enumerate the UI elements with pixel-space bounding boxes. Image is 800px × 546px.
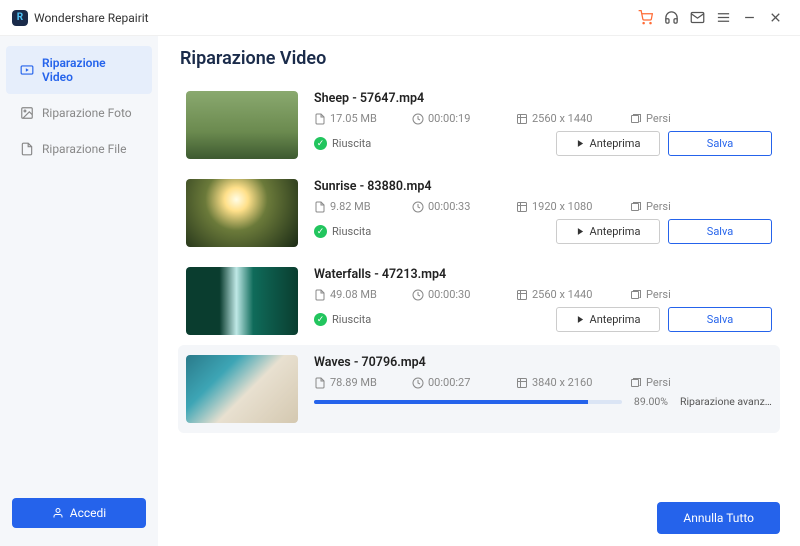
file-row: Sheep - 57647.mp4 17.05 MB 00:00:19 2560… bbox=[178, 81, 780, 169]
sidebar: Riparazione Video Riparazione Foto Ripar… bbox=[0, 36, 158, 546]
sidebar-item-repair-photo[interactable]: Riparazione Foto bbox=[6, 96, 152, 130]
progress-label: Riparazione avanzat... bbox=[680, 395, 772, 408]
status-success: ✓Riuscita bbox=[314, 137, 371, 150]
file-size: 49.08 MB bbox=[314, 288, 408, 301]
photo-icon bbox=[20, 106, 34, 120]
sidebar-item-repair-video[interactable]: Riparazione Video bbox=[6, 46, 152, 94]
file-row: Waterfalls - 47213.mp4 49.08 MB 00:00:30… bbox=[178, 257, 780, 345]
file-duration: 00:00:19 bbox=[412, 112, 512, 125]
page-title: Riparazione Video bbox=[180, 48, 780, 69]
file-persi: Persi bbox=[630, 288, 692, 301]
file-icon bbox=[20, 142, 34, 156]
file-name: Waterfalls - 47213.mp4 bbox=[314, 267, 772, 282]
user-icon bbox=[52, 507, 64, 519]
file-icon bbox=[314, 113, 326, 125]
file-resolution: 1920 x 1080 bbox=[516, 200, 626, 213]
file-size: 78.89 MB bbox=[314, 376, 408, 389]
cart-icon[interactable] bbox=[632, 5, 658, 31]
close-icon[interactable] bbox=[762, 5, 788, 31]
sidebar-item-label: Riparazione Foto bbox=[42, 106, 132, 120]
sidebar-item-repair-file[interactable]: Riparazione File bbox=[6, 132, 152, 166]
cancel-all-button[interactable]: Annulla Tutto bbox=[657, 502, 780, 534]
status-success: ✓Riuscita bbox=[314, 313, 371, 326]
file-name: Sunrise - 83880.mp4 bbox=[314, 179, 772, 194]
file-resolution: 3840 x 2160 bbox=[516, 376, 626, 389]
preview-button[interactable]: Anteprima bbox=[556, 131, 660, 156]
save-button[interactable]: Salva bbox=[668, 219, 772, 244]
thumbnail bbox=[186, 355, 298, 423]
file-persi: Persi bbox=[630, 112, 692, 125]
file-duration: 00:00:33 bbox=[412, 200, 512, 213]
app-logo-icon: R bbox=[12, 10, 28, 26]
thumbnail bbox=[186, 91, 298, 159]
video-icon bbox=[20, 63, 34, 77]
preview-button[interactable]: Anteprima bbox=[556, 219, 660, 244]
play-icon bbox=[576, 139, 585, 148]
login-button[interactable]: Accedi bbox=[12, 498, 146, 528]
file-persi: Persi bbox=[630, 200, 692, 213]
status-success: ✓Riuscita bbox=[314, 225, 371, 238]
thumbnail bbox=[186, 267, 298, 335]
thumbnail bbox=[186, 179, 298, 247]
save-button[interactable]: Salva bbox=[668, 131, 772, 156]
save-button[interactable]: Salva bbox=[668, 307, 772, 332]
sidebar-item-label: Riparazione Video bbox=[42, 56, 138, 84]
file-persi: Persi bbox=[630, 376, 692, 389]
clock-icon bbox=[412, 113, 424, 125]
progress-percent: 89.00% bbox=[634, 395, 668, 408]
file-resolution: 2560 x 1440 bbox=[516, 288, 626, 301]
file-size: 9.82 MB bbox=[314, 200, 408, 213]
main-content: Riparazione Video Sheep - 57647.mp4 17.0… bbox=[158, 36, 800, 546]
file-list: Sheep - 57647.mp4 17.05 MB 00:00:19 2560… bbox=[178, 81, 780, 496]
layers-icon bbox=[630, 113, 642, 125]
app-name: Wondershare Repairit bbox=[34, 11, 149, 25]
footer: Annulla Tutto bbox=[178, 496, 780, 534]
sidebar-item-label: Riparazione File bbox=[42, 142, 126, 156]
file-name: Sheep - 57647.mp4 bbox=[314, 91, 772, 106]
support-icon[interactable] bbox=[658, 5, 684, 31]
file-size: 17.05 MB bbox=[314, 112, 408, 125]
file-duration: 00:00:27 bbox=[412, 376, 512, 389]
check-icon: ✓ bbox=[314, 137, 327, 150]
resolution-icon bbox=[516, 113, 528, 125]
titlebar: R Wondershare Repairit bbox=[0, 0, 800, 36]
file-resolution: 2560 x 1440 bbox=[516, 112, 626, 125]
file-duration: 00:00:30 bbox=[412, 288, 512, 301]
brand: R Wondershare Repairit bbox=[12, 10, 149, 26]
progress-bar: 89.00% Riparazione avanzat... bbox=[314, 395, 772, 408]
mail-icon[interactable] bbox=[684, 5, 710, 31]
file-row: Sunrise - 83880.mp4 9.82 MB 00:00:33 192… bbox=[178, 169, 780, 257]
minimize-icon[interactable] bbox=[736, 5, 762, 31]
preview-button[interactable]: Anteprima bbox=[556, 307, 660, 332]
file-name: Waves - 70796.mp4 bbox=[314, 355, 772, 370]
file-row-progress: Waves - 70796.mp4 78.89 MB 00:00:27 3840… bbox=[178, 345, 780, 433]
menu-icon[interactable] bbox=[710, 5, 736, 31]
